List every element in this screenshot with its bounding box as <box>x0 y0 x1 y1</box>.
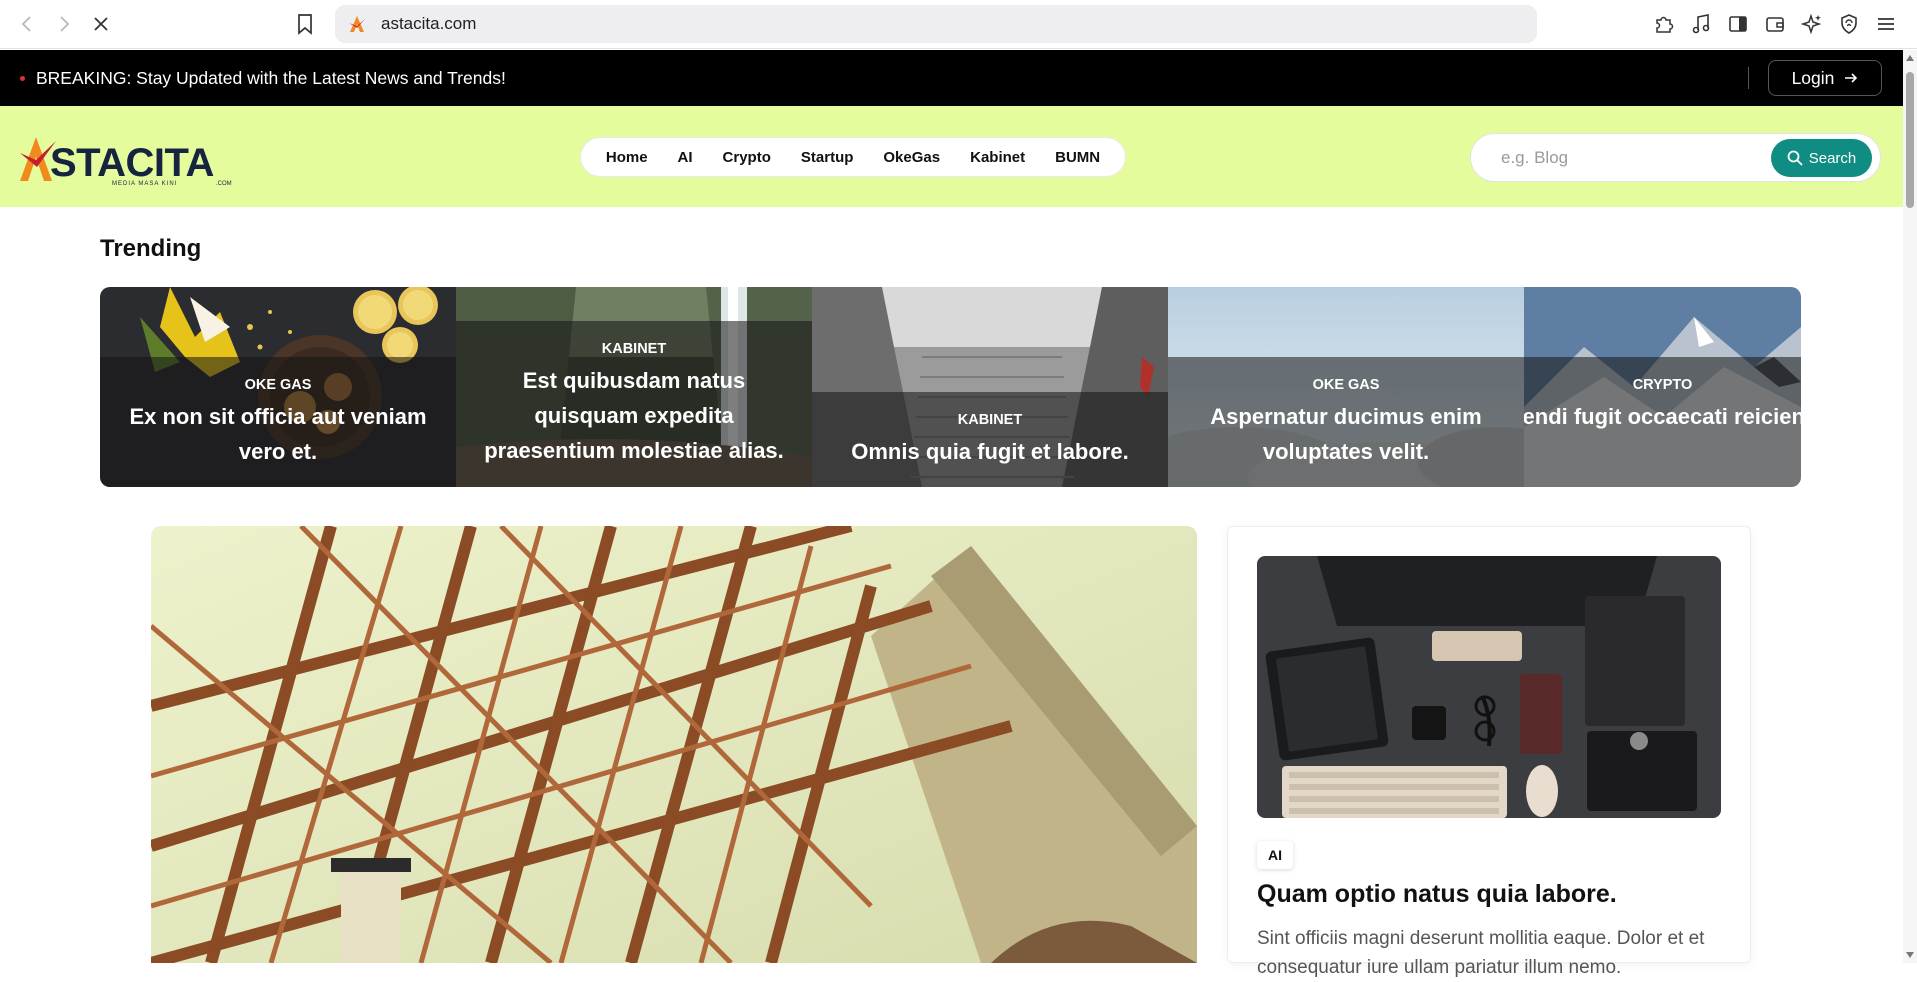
side-post-card[interactable]: AI Quam optio natus quia labore. Sint of… <box>1227 526 1751 978</box>
site-logo[interactable]: STACITA MEDIA MASA KINI .COM <box>20 131 240 187</box>
site-header: STACITA MEDIA MASA KINI .COM Home AI Cry… <box>0 106 1903 207</box>
nav-item-startup[interactable]: Startup <box>801 149 854 166</box>
side-post-excerpt: Sint officiis magni deserunt mollitia ea… <box>1257 928 1705 978</box>
trending-title: Est quibusdam natus quisquam expedita pr… <box>484 368 784 463</box>
trending-title: Ex non sit officia aut veniam vero et. <box>129 404 427 464</box>
scrollbar-thumb[interactable] <box>1906 72 1914 208</box>
stop-loading-icon[interactable] <box>89 12 113 36</box>
trending-card[interactable]: KABINET Omnis quia fugit et labore. <box>812 287 1168 487</box>
back-icon[interactable] <box>15 12 39 36</box>
nav-item-okegas[interactable]: OkeGas <box>883 149 940 166</box>
trending-category: CRYPTO <box>1632 377 1693 393</box>
nav-item-bumn[interactable]: BUMN <box>1055 149 1100 166</box>
trending-card[interactable]: OKE GAS Ex non sit officia aut veniam ve… <box>100 287 456 487</box>
nav-item-ai[interactable]: AI <box>678 149 693 166</box>
scroll-down-icon[interactable] <box>1906 952 1914 958</box>
breaking-news-bar: BREAKING: Stay Updated with the Latest N… <box>0 50 1903 106</box>
address-bar[interactable]: astacita.com <box>335 5 1537 43</box>
trending-card[interactable]: OKE GAS Aspernatur ducimus enim voluptat… <box>1168 287 1524 487</box>
trending-category: KABINET <box>601 341 667 357</box>
search-button-label: Search <box>1808 149 1857 167</box>
search-input[interactable] <box>1501 146 1731 170</box>
bookmark-icon[interactable] <box>293 12 317 36</box>
svg-text:.COM: .COM <box>216 181 232 187</box>
featured-post-image[interactable] <box>151 526 1197 963</box>
nav-item-crypto[interactable]: Crypto <box>723 149 771 166</box>
forward-icon[interactable] <box>52 12 76 36</box>
trending-category: OKE GAS <box>244 377 312 393</box>
side-post-image[interactable] <box>1257 556 1721 818</box>
main-navigation: Home AI Crypto Startup OkeGas Kabinet BU… <box>580 137 1126 177</box>
trending-card[interactable]: CRYPTO Amet eligendi fugit occaecati rei… <box>1524 287 1801 487</box>
bridge-image <box>151 526 1197 963</box>
music-icon[interactable] <box>1689 12 1713 36</box>
menu-icon[interactable] <box>1874 12 1898 36</box>
desk-image <box>1257 556 1721 818</box>
trending-carousel: OKE GAS Ex non sit officia aut veniam ve… <box>100 287 1801 487</box>
login-label: Login <box>1791 67 1835 88</box>
side-post-title[interactable]: Quam optio natus quia labore. <box>1257 880 1617 909</box>
scroll-up-icon[interactable] <box>1906 55 1914 61</box>
shield-icon[interactable] <box>1837 12 1861 36</box>
breaking-news-text: BREAKING: Stay Updated with the Latest N… <box>36 68 506 88</box>
trending-category: OKE GAS <box>1312 377 1380 393</box>
extensions-icon[interactable] <box>1652 12 1676 36</box>
search-box: Search <box>1470 133 1881 182</box>
ai-sparkle-icon[interactable] <box>1800 12 1824 36</box>
trending-title: Amet eligendi fugit occaecati reiciendis… <box>1524 404 1801 429</box>
category-badge[interactable]: AI <box>1257 841 1293 869</box>
search-button[interactable]: Search <box>1771 139 1872 177</box>
search-icon <box>1787 150 1803 166</box>
arrow-right-icon <box>1845 73 1858 83</box>
trending-card[interactable]: KABINET Est quibusdam natus quisquam exp… <box>456 287 812 487</box>
site-favicon-icon <box>349 16 365 32</box>
trending-heading: Trending <box>100 235 202 262</box>
url-text: astacita.com <box>381 14 477 33</box>
page-scrollbar[interactable] <box>1903 50 1917 963</box>
nav-item-home[interactable]: Home <box>606 149 648 166</box>
nav-item-kabinet[interactable]: Kabinet <box>970 149 1025 166</box>
svg-text:STACITA: STACITA <box>50 141 214 185</box>
trending-title: Aspernatur ducimus enim voluptates velit… <box>1210 404 1482 464</box>
svg-text:MEDIA MASA KINI: MEDIA MASA KINI <box>112 181 177 187</box>
trending-title: Omnis quia fugit et labore. <box>851 439 1129 464</box>
sidebar-icon[interactable] <box>1726 12 1750 36</box>
login-button[interactable]: Login <box>1768 60 1882 96</box>
divider <box>1748 67 1749 89</box>
browser-toolbar: astacita.com <box>0 0 1917 49</box>
wallet-icon[interactable] <box>1763 12 1787 36</box>
trending-category: KABINET <box>957 412 1023 428</box>
breaking-dot-icon <box>20 76 25 81</box>
